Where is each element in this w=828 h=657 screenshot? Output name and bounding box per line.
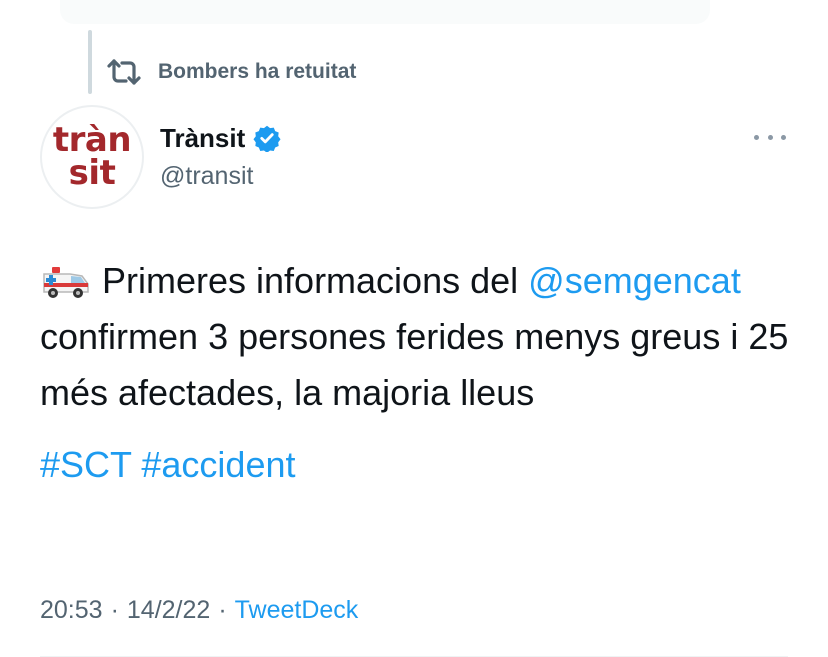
display-name[interactable]: Trànsit: [160, 123, 245, 154]
tweet-date[interactable]: 14/2/22: [127, 596, 210, 625]
mention-link[interactable]: @semgencat: [528, 260, 741, 301]
hashtag-link[interactable]: #accident: [141, 444, 295, 485]
retweet-icon: [107, 59, 141, 85]
tweet-time[interactable]: 20:53: [40, 596, 103, 625]
meta-separator: ·: [218, 596, 227, 624]
previous-tweet-edge: [60, 0, 710, 24]
user-handle[interactable]: @transit: [160, 162, 281, 191]
hashtag-link[interactable]: #SCT: [40, 444, 131, 485]
display-name-row: Trànsit: [160, 120, 281, 156]
retweet-context[interactable]: Bombers ha retuitat: [106, 56, 356, 88]
more-options-button[interactable]: [752, 122, 788, 152]
avatar[interactable]: tràn sit: [40, 105, 144, 209]
meta-separator: ·: [110, 596, 119, 624]
tweet-text-part2: confirmen 3 persones ferides menys greus…: [40, 316, 789, 413]
hashtag-row: #SCT #accident: [40, 437, 800, 493]
avatar-text-line2: sit: [68, 153, 116, 193]
more-dot-icon: [754, 134, 759, 140]
tweet-paragraph: Primeres informacions del @semgencat con…: [40, 253, 800, 421]
tweet-source-link[interactable]: TweetDeck: [235, 596, 359, 625]
verified-badge-icon: [253, 125, 281, 152]
more-dot-icon: [781, 134, 786, 140]
ambulance-emoji-icon: [43, 267, 89, 298]
user-info: Trànsit @transit: [160, 120, 281, 191]
tweet-text-part1: Primeres informacions del: [102, 260, 519, 301]
tweet-metadata: 20:53 · 14/2/22 · TweetDeck: [40, 596, 358, 625]
more-dot-icon: [767, 134, 773, 140]
thread-line: [88, 30, 92, 94]
tweet-text: Primeres informacions del @semgencat con…: [40, 253, 800, 493]
retweet-label: Bombers ha retuitat: [158, 60, 357, 83]
